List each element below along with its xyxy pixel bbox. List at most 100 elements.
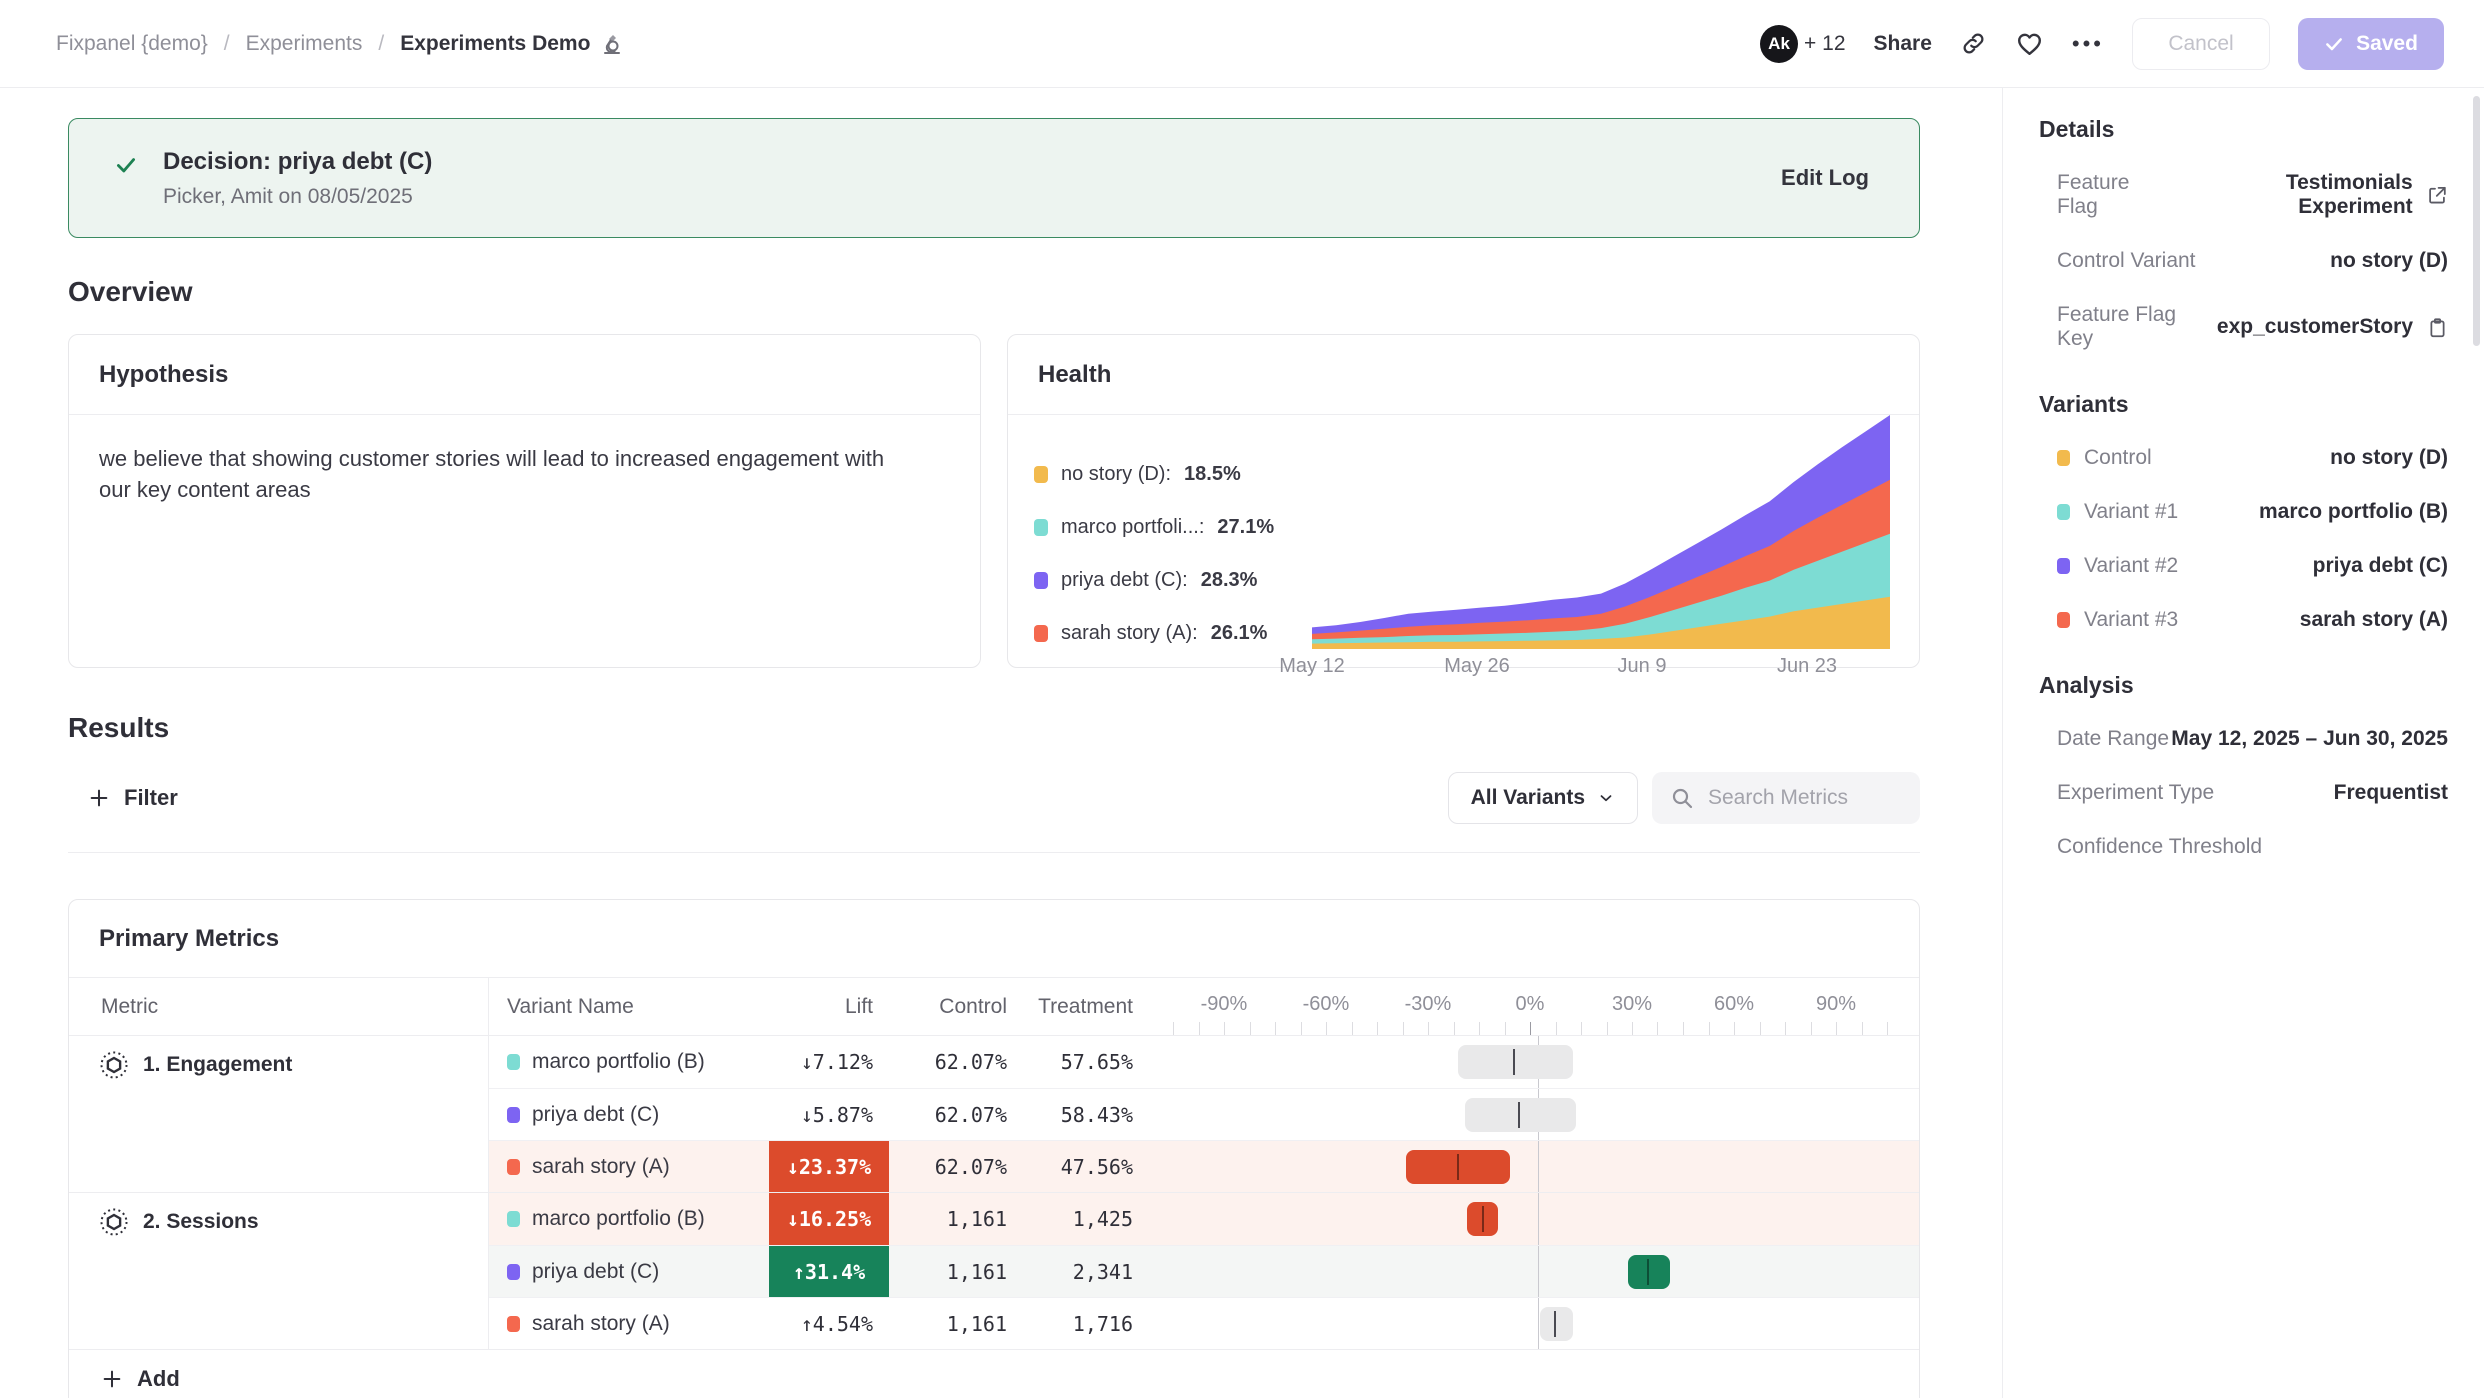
variant-name-cell: sarah story (A) — [489, 1298, 769, 1349]
breadcrumb-project[interactable]: Fixpanel {demo} — [56, 32, 208, 56]
table-row[interactable]: priya debt (C)↓5.87%62.07%58.43% — [489, 1088, 1919, 1140]
add-metric-button[interactable]: Add — [69, 1350, 1919, 1398]
cell-gap — [1143, 1141, 1173, 1192]
variants-dropdown[interactable]: All Variants — [1448, 772, 1638, 824]
lift-cell: ↑31.4% — [769, 1246, 889, 1297]
zero-line — [1538, 1141, 1539, 1192]
axis-tick — [1301, 1022, 1302, 1035]
top-actions: Ak + 12 Share ••• Cancel Saved — [1760, 18, 2444, 70]
analysis-label: Experiment Type — [2057, 781, 2214, 805]
variant-color-dot — [507, 1159, 520, 1175]
metric-rows: marco portfolio (B)↓16.25%1,1611,425priy… — [489, 1193, 1919, 1349]
details-value-text: no story (D) — [2330, 249, 2448, 273]
variant-slot-name: Variant #2 — [2084, 554, 2178, 578]
cell-gap — [1143, 1193, 1173, 1245]
confidence-interval-bar[interactable] — [1540, 1307, 1573, 1341]
decision-check-icon — [113, 152, 139, 178]
external-link-icon[interactable] — [2427, 184, 2448, 206]
axis-tick-label: -60% — [1303, 993, 1350, 1016]
metric-cell[interactable]: 1. Engagement — [69, 1036, 489, 1192]
hypothesis-text[interactable]: we believe that showing customer stories… — [69, 415, 929, 533]
share-button[interactable]: Share — [1874, 32, 1932, 56]
variant-color-dot — [507, 1211, 520, 1227]
variant-color-dot — [2057, 558, 2070, 574]
variant-name-cell: priya debt (C) — [489, 1246, 769, 1297]
collaborators-count[interactable]: + 12 — [1804, 32, 1845, 56]
variant-row: Variant #2priya debt (C) — [2039, 554, 2448, 578]
confidence-median-line — [1513, 1049, 1515, 1075]
health-x-tick-label: Jun 9 — [1618, 655, 1667, 678]
confidence-interval-cell — [1173, 1036, 1903, 1088]
variant-value: sarah story (A) — [2300, 608, 2448, 632]
axis-tick — [1760, 1022, 1761, 1035]
metric-cell[interactable]: 2. Sessions — [69, 1193, 489, 1349]
confidence-interval-bar[interactable] — [1458, 1045, 1573, 1079]
decision-texts: Decision: priya debt (C) Picker, Amit on… — [163, 148, 1781, 209]
variant-name-cell: marco portfolio (B) — [489, 1193, 769, 1245]
table-row[interactable]: marco portfolio (B)↓7.12%62.07%57.65% — [489, 1036, 1919, 1088]
treatment-cell: 57.65% — [1017, 1036, 1143, 1088]
lift-cell: ↑4.54% — [769, 1298, 889, 1349]
main-content: Decision: priya debt (C) Picker, Amit on… — [0, 88, 2002, 1398]
analysis-value: May 12, 2025 – Jun 30, 2025 — [2171, 727, 2448, 751]
table-row[interactable]: marco portfolio (B)↓16.25%1,1611,425 — [489, 1193, 1919, 1245]
details-row: Control Variantno story (D) — [2039, 249, 2448, 273]
axis-tick — [1479, 1022, 1480, 1035]
add-filter-button[interactable]: Filter — [68, 785, 178, 811]
details-label: Feature Flag — [2057, 171, 2173, 219]
edit-log-button[interactable]: Edit Log — [1781, 165, 1869, 191]
column-treatment: Treatment — [1017, 995, 1143, 1019]
variant-row: Variant #3 sarah story (A) — [2039, 608, 2448, 632]
legend-label: no story (D): — [1061, 463, 1171, 486]
scrollbar[interactable] — [2473, 96, 2480, 346]
confidence-median-line — [1457, 1154, 1459, 1180]
confidence-median-line — [1518, 1102, 1520, 1128]
breadcrumb-separator: / — [378, 32, 384, 56]
analysis-row: Experiment TypeFrequentist — [2039, 781, 2448, 805]
control-cell: 1,161 — [889, 1246, 1017, 1297]
avatar[interactable]: Ak — [1760, 25, 1798, 63]
axis-tick — [1250, 1022, 1251, 1035]
more-options-icon[interactable]: ••• — [2072, 31, 2104, 57]
saved-button[interactable]: Saved — [2298, 18, 2444, 70]
lift-cell: ↓16.25% — [769, 1193, 889, 1245]
clipboard-icon[interactable] — [2427, 317, 2448, 338]
analysis-heading: Analysis — [2039, 672, 2448, 699]
health-title: Health — [1008, 335, 1919, 415]
treatment-cell: 47.56% — [1017, 1141, 1143, 1192]
table-row[interactable]: sarah story (A)↓23.37%62.07%47.56% — [489, 1140, 1919, 1192]
treatment-cell: 2,341 — [1017, 1246, 1143, 1297]
decision-banner: Decision: priya debt (C) Picker, Amit on… — [68, 118, 1920, 238]
health-card: Health no story (D): 18.5%marco portfoli… — [1007, 334, 1920, 668]
control-cell: 62.07% — [889, 1141, 1017, 1192]
confidence-interval-bar[interactable] — [1465, 1098, 1576, 1132]
treatment-cell: 1,425 — [1017, 1193, 1143, 1245]
variant-color-dot — [2057, 612, 2070, 628]
axis-tick-label: 0% — [1516, 993, 1545, 1016]
details-value: exp_customerStory — [2217, 315, 2448, 339]
confidence-interval-bar[interactable] — [1628, 1255, 1670, 1289]
variant-label: Variant #3 — [2057, 608, 2178, 632]
health-x-tick-label: Jun 23 — [1777, 655, 1837, 678]
microscope-icon — [600, 32, 624, 56]
cancel-button[interactable]: Cancel — [2132, 18, 2270, 70]
metric-group: 1. Engagementmarco portfolio (B)↓7.12%62… — [69, 1036, 1919, 1193]
variant-value: marco portfolio (B) — [2259, 500, 2448, 524]
variant-label: Variant #2 — [2057, 554, 2178, 578]
search-metrics-input[interactable] — [1708, 786, 1898, 810]
table-row[interactable]: priya debt (C)↑31.4%1,1612,341 — [489, 1245, 1919, 1297]
variant-label: Variant #1 — [2057, 500, 2178, 524]
health-legend-item: priya debt (C): 28.3% — [1034, 569, 1312, 592]
metrics-table-header: Metric Variant Name Lift Control Treatme… — [69, 978, 1919, 1036]
primary-metrics-card: Primary Metrics Metric Variant Name Lift… — [68, 899, 1920, 1398]
confidence-interval-cell — [1173, 1141, 1903, 1192]
decision-subtitle: Picker, Amit on 08/05/2025 — [163, 185, 1781, 209]
breadcrumb-experiments[interactable]: Experiments — [246, 32, 363, 56]
favorite-icon[interactable] — [2015, 29, 2044, 58]
analysis-label: Date Range — [2057, 727, 2169, 751]
health-legend-item: marco portfoli...: 27.1% — [1034, 516, 1312, 539]
copy-link-icon[interactable] — [1960, 30, 1987, 57]
details-section: Details Feature FlagTestimonials Experim… — [2039, 116, 2448, 351]
table-row[interactable]: sarah story (A)↑4.54%1,1611,716 — [489, 1297, 1919, 1349]
variant-slot-name: Variant #3 — [2084, 608, 2178, 632]
